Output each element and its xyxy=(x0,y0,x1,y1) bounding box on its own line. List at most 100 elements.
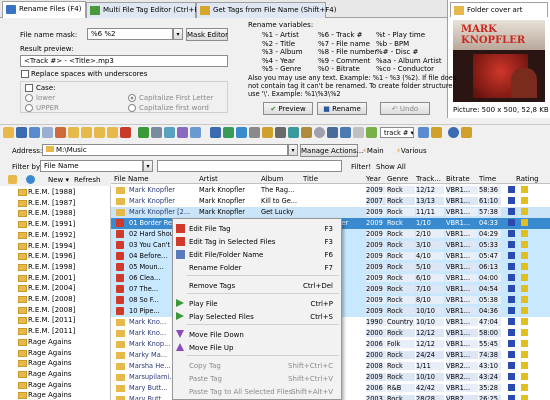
rating-star-icon[interactable] xyxy=(508,329,515,336)
tab-get-tags-from-filename[interactable]: Get Tags from File Name (Shift+F4) xyxy=(196,2,336,18)
col-album[interactable]: Album xyxy=(261,175,283,183)
open-folder-icon[interactable] xyxy=(3,127,14,138)
tree-folder-item[interactable]: R.E.M. [2004] xyxy=(18,284,75,295)
tree-folder-item[interactable]: R.E.M. [2008] xyxy=(18,295,75,306)
tree-folder-item[interactable]: Rage Agains xyxy=(18,381,72,392)
tree-folder-item[interactable]: R.E.M. [2008] xyxy=(18,306,75,317)
col-year[interactable]: Year xyxy=(366,175,381,183)
manage-actions-button[interactable]: Manage Actions... xyxy=(300,144,363,157)
address-dropdown-button[interactable]: ▾ xyxy=(288,144,298,156)
menu-item-move-file-up[interactable]: Move File Up xyxy=(173,341,341,354)
filter-icon[interactable] xyxy=(262,127,273,138)
menu-item-paste-tag-to-all-selected-files[interactable]: Paste Tag to All Selected Files Shift+Alt… xyxy=(173,385,341,398)
tab-multi-file-tag-editor[interactable]: Multi File Tag Editor (Ctrl+F4) xyxy=(86,2,206,18)
rating-star-icon[interactable] xyxy=(508,351,515,358)
list-icon[interactable] xyxy=(151,127,162,138)
folder-up-icon[interactable] xyxy=(68,127,79,138)
tree-new-button[interactable]: New ▾ xyxy=(48,176,69,184)
tree-folder-item[interactable]: R.E.M. [1996] xyxy=(18,252,75,263)
cd-icon[interactable] xyxy=(314,127,325,138)
tag-icon[interactable] xyxy=(55,127,66,138)
help-icon[interactable] xyxy=(448,127,459,138)
rating-star-icon[interactable] xyxy=(508,395,515,400)
sort-icon[interactable] xyxy=(190,127,201,138)
rating-star-icon[interactable] xyxy=(508,252,515,259)
col-title[interactable]: Title xyxy=(303,175,318,183)
menu-item-edit-file-tag[interactable]: Edit File Tag F3 xyxy=(173,222,341,235)
export-icon[interactable] xyxy=(288,127,299,138)
filter-field-dropdown[interactable]: ▾ xyxy=(143,160,153,172)
text-icon[interactable] xyxy=(327,127,338,138)
menu-item-copy-tag[interactable]: Copy Tag Shift+Ctrl+C xyxy=(173,359,341,372)
replace-spaces-checkbox[interactable] xyxy=(21,70,29,78)
tab-rename-files[interactable]: Rename Files (F4) xyxy=(2,1,86,18)
tree-folder-item[interactable]: Rage Agains xyxy=(18,391,72,400)
tree-folder-item[interactable]: R.E.M. [1992] xyxy=(18,231,75,242)
tree-folder-item[interactable]: Rage Agains xyxy=(18,370,72,381)
rating-star-icon[interactable] xyxy=(508,318,515,325)
tab-folder-cover-art[interactable]: Folder cover art xyxy=(450,2,548,17)
lock-icon[interactable] xyxy=(301,127,312,138)
menu-item-edit-tag-in-selected-files[interactable]: Edit Tag in Selected Files F3 xyxy=(173,235,341,248)
tree-folder-item[interactable]: R.E.M. [1994] xyxy=(18,242,75,253)
case-lower-radio[interactable] xyxy=(25,94,33,102)
rating-star-icon[interactable] xyxy=(508,186,515,193)
preview-button[interactable]: ✔ Preview xyxy=(263,102,313,115)
menu-item-play-selected-files[interactable]: Play Selected Files Ctrl+S xyxy=(173,310,341,323)
search-icon[interactable] xyxy=(210,127,221,138)
address-input[interactable]: M:\Music xyxy=(42,144,288,156)
case-capitalize-first-word-radio[interactable] xyxy=(128,104,136,112)
table-row[interactable]: Mark Knopfler Mark Knopfler The Rag... 2009… xyxy=(111,185,550,196)
folder-icon[interactable] xyxy=(8,175,17,184)
action-various-button[interactable]: ⚡Various xyxy=(396,147,427,155)
tree-folder-item[interactable]: R.E.M. [1988] xyxy=(18,209,75,220)
table-row[interactable]: Mark Knopfler [2... Mark Knopfler Get Luck… xyxy=(111,207,550,218)
col-rating[interactable]: Rating xyxy=(516,175,539,183)
list-view-icon[interactable] xyxy=(340,127,351,138)
grid-view-icon[interactable] xyxy=(42,127,53,138)
show-all-button[interactable]: Show All xyxy=(376,163,406,171)
web-icon[interactable] xyxy=(236,127,247,138)
col-artist[interactable]: Artist xyxy=(199,175,218,183)
tree-folder-item[interactable]: R.E.M. [2011] xyxy=(18,316,75,327)
tree-refresh-button[interactable]: Refresh xyxy=(74,176,100,184)
tree-folder-item[interactable]: R.E.M. [1991] xyxy=(18,220,75,231)
rating-star-icon[interactable] xyxy=(508,307,515,314)
col-file-name[interactable]: File Name xyxy=(114,175,149,183)
rating-star-icon[interactable] xyxy=(508,263,515,270)
tree-folder-item[interactable]: R.E.M. [1988] xyxy=(18,188,75,199)
tree-folder-item[interactable]: R.E.M. [1998] xyxy=(18,263,75,274)
filter-text-input[interactable] xyxy=(157,160,342,172)
rating-star-icon[interactable] xyxy=(508,219,515,226)
info-icon[interactable] xyxy=(461,127,472,138)
frame-icon[interactable] xyxy=(366,127,377,138)
settings-icon[interactable] xyxy=(26,175,35,184)
rating-star-icon[interactable] xyxy=(508,296,515,303)
rating-star-icon[interactable] xyxy=(508,362,515,369)
folder-move-icon[interactable] xyxy=(107,127,118,138)
filter-field-select[interactable]: File Name xyxy=(40,160,143,172)
undo-button[interactable]: ↶ Undo xyxy=(380,102,430,115)
rating-star-icon[interactable] xyxy=(508,197,515,204)
view-icon[interactable] xyxy=(29,127,40,138)
col-genre[interactable]: Genre xyxy=(387,175,408,183)
edit-icon[interactable] xyxy=(177,127,188,138)
case-capitalize-first-letter-radio[interactable] xyxy=(128,94,136,102)
mask-dropdown-button[interactable]: ▾ xyxy=(173,28,183,40)
rename-button[interactable]: ■ Rename xyxy=(317,102,367,115)
tag-copy-icon[interactable] xyxy=(431,127,442,138)
rating-star-icon[interactable] xyxy=(508,208,515,215)
menu-item-play-file[interactable]: Play File Ctrl+P xyxy=(173,297,341,310)
col-bitrate[interactable]: Bitrate xyxy=(446,175,470,183)
tree-folder-item[interactable]: Rage Agains xyxy=(18,349,72,360)
tree-folder-item[interactable]: R.E.M. [1987] xyxy=(18,199,75,210)
settings-icon[interactable] xyxy=(275,127,286,138)
image-icon[interactable] xyxy=(164,127,175,138)
menu-item-remove-tags[interactable]: Remove Tags Ctrl+Del xyxy=(173,279,341,292)
menu-item-paste-tag[interactable]: Paste Tag Shift+Ctrl+V xyxy=(173,372,341,385)
col-track[interactable]: Track... xyxy=(416,175,441,183)
rating-star-icon[interactable] xyxy=(508,274,515,281)
delete-icon[interactable] xyxy=(120,127,131,138)
rating-star-icon[interactable] xyxy=(508,285,515,292)
rating-star-icon[interactable] xyxy=(508,373,515,380)
